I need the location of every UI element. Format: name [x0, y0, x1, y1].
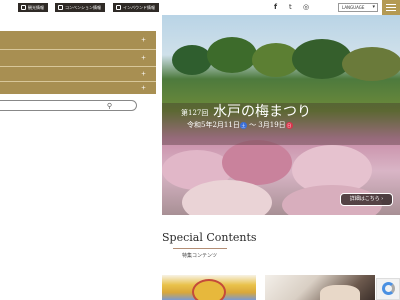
top-bar: 観光情報 コンベンション情報 インバウンド情報 f t ◎ LANGUAGE ▾ [0, 0, 400, 15]
feature-card-1[interactable] [162, 275, 256, 300]
plus-icon: + [140, 70, 146, 78]
inbound-info-label: インバウンド情報 [123, 5, 155, 10]
card-image-character [192, 279, 226, 300]
search-input[interactable] [3, 110, 107, 120]
saturday-badge: 土 [239, 121, 247, 129]
menu-icon-line [386, 7, 396, 8]
instagram-icon[interactable]: ◎ [303, 3, 309, 12]
plane-icon [116, 5, 121, 10]
feature-card-2[interactable] [265, 275, 375, 300]
festival-edition: 第127回 [181, 109, 209, 117]
language-label: LANGUAGE [342, 5, 365, 10]
plus-icon: + [140, 84, 146, 92]
tourism-info-button[interactable]: 観光情報 [18, 3, 48, 12]
hamburger-menu-button[interactable] [382, 0, 400, 15]
search-box: ⚲ [0, 100, 137, 120]
menu-icon-line [386, 10, 396, 11]
convention-info-button[interactable]: コンベンション情報 [55, 3, 105, 12]
section-underline [173, 248, 227, 249]
search-icon[interactable]: ⚲ [107, 102, 112, 110]
binoculars-icon [21, 5, 26, 10]
convention-info-label: コンベンション情報 [65, 5, 101, 10]
date-separator: 〜 [249, 121, 257, 129]
accordion-item-1[interactable]: + [0, 31, 156, 49]
menu-icon [386, 4, 396, 5]
end-date: 3月19日 [258, 121, 286, 129]
hero-tree [207, 37, 257, 73]
sunday-badge: 日 [285, 121, 293, 129]
hero-blossom [222, 140, 292, 185]
festival-title: 水戸の梅まつり [213, 104, 311, 120]
recaptcha-badge[interactable] [376, 278, 400, 300]
facebook-icon[interactable]: f [274, 3, 277, 12]
details-button[interactable]: 詳細はこちら › [340, 193, 393, 206]
recaptcha-icon [382, 282, 395, 295]
hero-blossom [182, 180, 272, 215]
card-image-hand [320, 285, 360, 300]
twitter-icon[interactable]: t [289, 3, 292, 12]
hero-banner: 第127回 水戸の梅まつり 令和5年2月11日土 〜 3月19日日 詳細はこちら… [162, 15, 400, 215]
chevron-down-icon: ▾ [372, 4, 375, 10]
section-title: Special Contents [162, 231, 257, 244]
festival-dates: 令和5年2月11日土 〜 3月19日日 [187, 120, 293, 130]
plus-icon: + [140, 36, 146, 44]
tourism-info-label: 観光情報 [28, 5, 44, 10]
plus-icon: + [140, 54, 146, 62]
start-date: 令和5年2月11日 [187, 121, 240, 129]
accordion-item-3[interactable]: + [0, 67, 156, 81]
people-icon [58, 5, 63, 10]
hero-tree [342, 47, 400, 81]
inbound-info-button[interactable]: インバウンド情報 [113, 3, 159, 12]
accordion-item-2[interactable]: + [0, 50, 156, 66]
accordion-item-4[interactable]: + [0, 82, 156, 94]
section-subtitle: 特集コンテンツ [182, 253, 218, 259]
language-select[interactable]: LANGUAGE ▾ [338, 3, 378, 12]
hero-tree [172, 45, 212, 75]
